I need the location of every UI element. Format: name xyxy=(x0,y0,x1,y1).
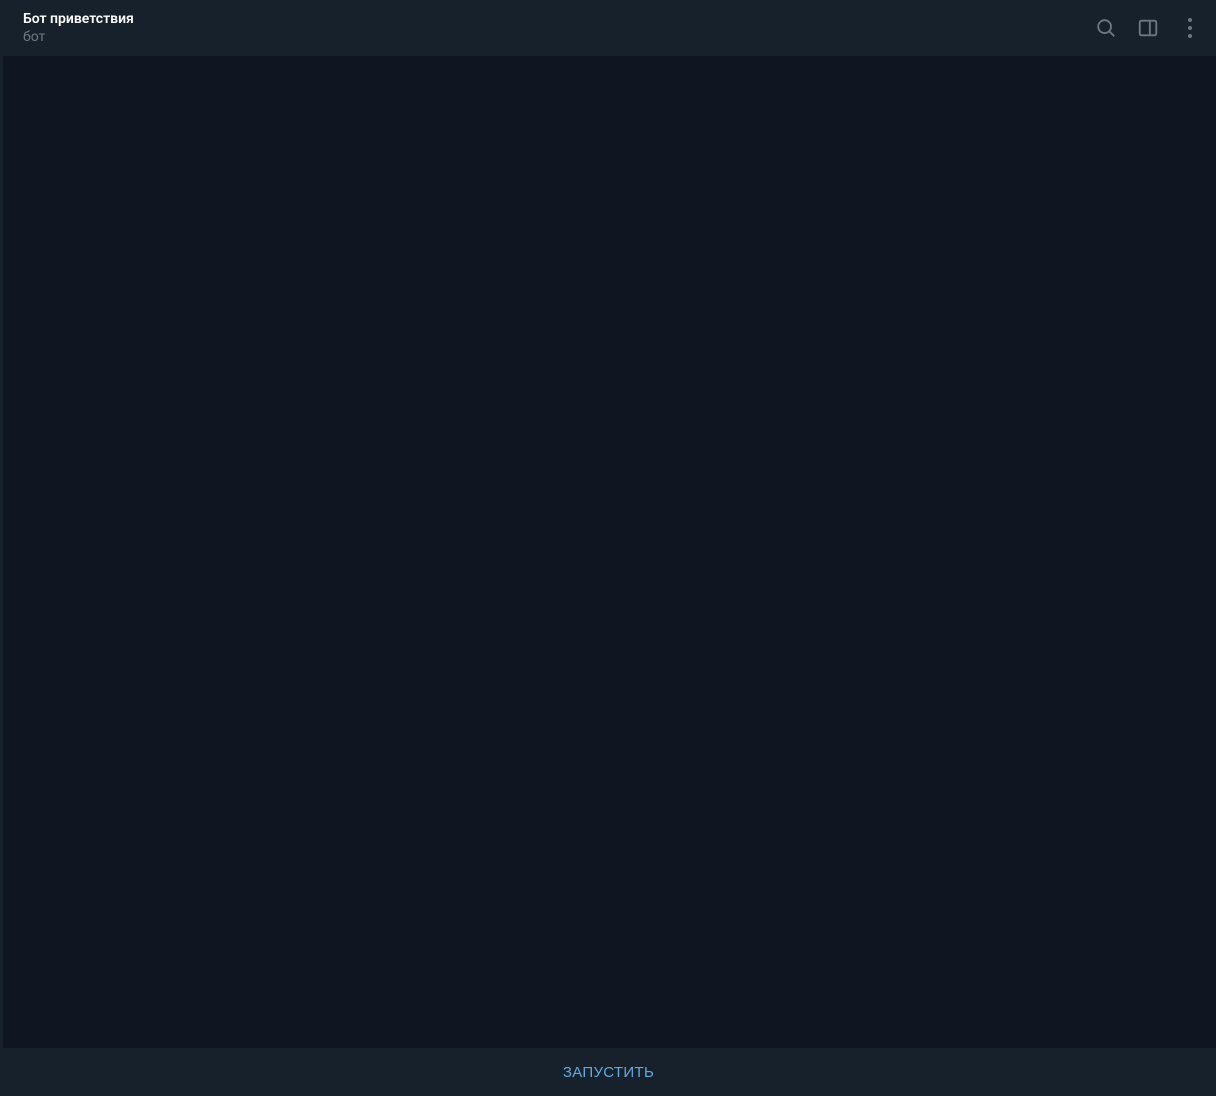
chat-header: Бот приветствия бот xyxy=(0,0,1216,56)
search-icon[interactable] xyxy=(1094,16,1118,40)
header-actions xyxy=(1094,16,1202,40)
chat-message-area xyxy=(0,56,1216,1048)
start-button[interactable]: ЗАПУСТИТЬ xyxy=(1,1048,1216,1096)
chat-title: Бот приветствия xyxy=(23,10,1094,28)
left-edge-strip xyxy=(0,0,3,1096)
chat-footer: ЗАПУСТИТЬ xyxy=(0,1048,1216,1096)
more-options-icon[interactable] xyxy=(1178,16,1202,40)
sidepanel-icon[interactable] xyxy=(1136,16,1160,40)
chat-info[interactable]: Бот приветствия бот xyxy=(23,10,1094,46)
chat-subtitle: бот xyxy=(23,28,1094,46)
